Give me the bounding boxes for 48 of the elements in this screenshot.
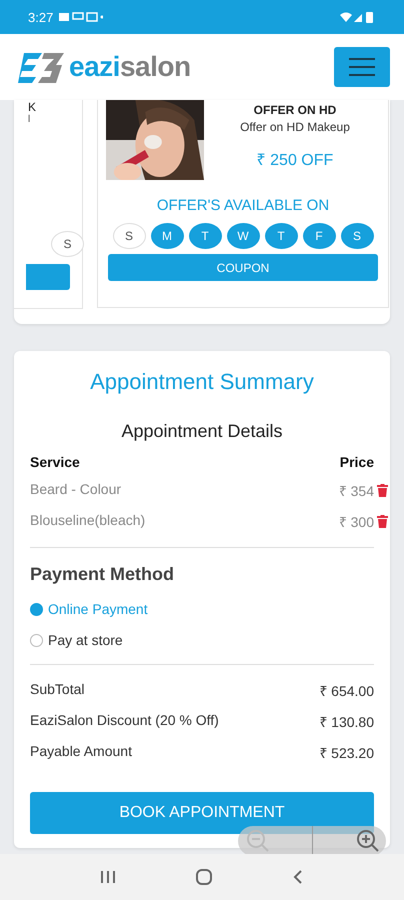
offer-title: K bbox=[28, 100, 36, 114]
recent-apps-icon[interactable] bbox=[100, 870, 116, 884]
payment-option[interactable]: Pay at store bbox=[30, 632, 374, 648]
logo-icon bbox=[18, 51, 66, 83]
book-button[interactable]: BOOK APPOINTMENT bbox=[30, 792, 374, 834]
offer-discount: ₹ 250 OFF bbox=[256, 151, 334, 170]
menu-button[interactable] bbox=[334, 47, 390, 87]
radio-button[interactable] bbox=[30, 602, 43, 616]
delete-icon[interactable] bbox=[377, 484, 388, 497]
day-badge: S bbox=[51, 231, 84, 257]
zoom-control[interactable] bbox=[238, 826, 386, 856]
menu-icon bbox=[349, 58, 375, 76]
radio-button[interactable] bbox=[30, 634, 43, 646]
service-name: Beard - Colour bbox=[30, 481, 122, 499]
availability-heading: OFFER'S AVAILABLE ON bbox=[156, 197, 330, 214]
total-label: Payable Amount bbox=[30, 743, 132, 761]
payment-title: Payment Method bbox=[30, 564, 176, 585]
summary-title: Appointment Summary bbox=[89, 369, 315, 395]
day-badge: S bbox=[340, 223, 374, 249]
offer-subtitle: l bbox=[28, 114, 30, 125]
service-name: Blouseline(bleach) bbox=[30, 512, 146, 530]
home-icon[interactable] bbox=[194, 869, 213, 885]
notification-icons bbox=[59, 12, 104, 22]
status-time: 3:27 bbox=[28, 10, 54, 24]
payment-option[interactable]: Online Payment bbox=[30, 601, 374, 617]
service-price: ₹ 300 bbox=[338, 513, 374, 531]
back-icon[interactable] bbox=[292, 869, 304, 885]
signal-battery-icons bbox=[340, 11, 374, 23]
day-badge: F bbox=[302, 223, 336, 249]
day-badge: T bbox=[264, 223, 298, 249]
details-title: Appointment Details bbox=[120, 421, 284, 442]
day-badge: S bbox=[112, 223, 146, 249]
offer-subtitle: Offer on HD Makeup bbox=[240, 120, 350, 134]
brand-name: eazisalon bbox=[69, 51, 191, 83]
total-value: ₹ 130.80 bbox=[319, 713, 374, 731]
day-badge: T bbox=[188, 223, 222, 249]
day-badge: W bbox=[226, 223, 260, 249]
total-value: ₹ 523.20 bbox=[319, 744, 374, 762]
column-header: Service bbox=[30, 454, 80, 470]
column-header: Price bbox=[340, 454, 374, 470]
coupon-button[interactable]: COUPON bbox=[108, 254, 378, 281]
service-price: ₹ 354 bbox=[338, 482, 374, 500]
total-label: SubTotal bbox=[30, 681, 84, 699]
delete-icon[interactable] bbox=[377, 515, 388, 528]
offer-title: OFFER ON HD bbox=[254, 103, 336, 117]
total-label: EaziSalon Discount (20 % Off) bbox=[30, 712, 219, 730]
total-value: ₹ 654.00 bbox=[319, 682, 374, 700]
day-badge: M bbox=[150, 223, 184, 249]
